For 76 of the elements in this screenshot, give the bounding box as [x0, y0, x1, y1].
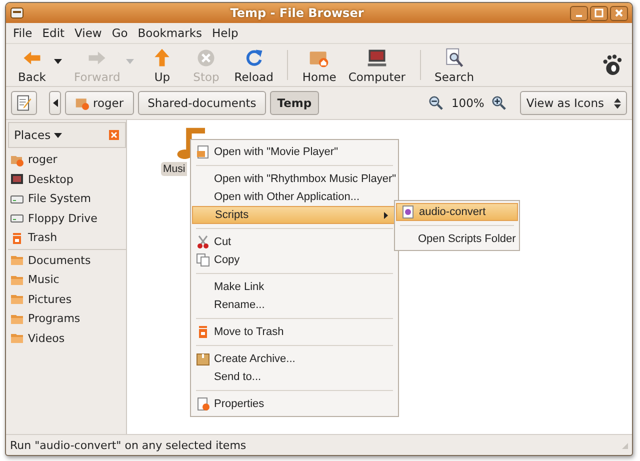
- path-button[interactable]: roger: [65, 91, 134, 115]
- up-button[interactable]: Up: [140, 46, 184, 84]
- window-menu-icon[interactable]: [10, 6, 24, 20]
- sidebar-item[interactable]: File System: [8, 189, 126, 208]
- path-button[interactable]: Shared-documents: [138, 91, 266, 115]
- minimize-icon: [576, 14, 582, 16]
- maximize-button[interactable]: [590, 6, 608, 20]
- menu-item[interactable]: Help: [208, 25, 242, 41]
- close-button[interactable]: [610, 6, 628, 20]
- search-icon: [443, 46, 466, 68]
- menu-item[interactable]: View: [70, 25, 106, 41]
- scroll-left-button[interactable]: [49, 91, 61, 115]
- zoom-level: 100%: [451, 96, 484, 110]
- menu-item[interactable]: Bookmarks: [134, 25, 206, 41]
- menu-item[interactable]: Send to...: [192, 368, 397, 386]
- menu-item[interactable]: Open Scripts Folder: [396, 230, 518, 248]
- caret-icon: [52, 99, 58, 107]
- sidebar-item[interactable]: Desktop: [8, 170, 126, 189]
- menu-item[interactable]: Move to Trash: [192, 323, 397, 341]
- search-button[interactable]: Search: [428, 46, 480, 84]
- status-text: Run "audio-convert" on any selected items: [10, 438, 246, 452]
- menu-item[interactable]: Edit: [38, 25, 69, 41]
- properties-icon: [196, 397, 210, 411]
- sidebar-item[interactable]: Music: [8, 270, 126, 290]
- home-folder-icon: [75, 96, 89, 110]
- close-icon[interactable]: [109, 130, 119, 140]
- menu-item[interactable]: Properties: [192, 395, 397, 413]
- window-title: Temp - File Browser: [229, 6, 365, 20]
- computer-button[interactable]: Computer: [342, 46, 412, 84]
- sidebar-item[interactable]: Floppy Drive: [8, 208, 126, 228]
- trash-icon: [196, 325, 210, 339]
- menu-item[interactable]: Scripts: [192, 206, 397, 224]
- sidebar-item[interactable]: Documents: [8, 250, 126, 270]
- menu-item[interactable]: File: [9, 25, 36, 41]
- folder-icon: [10, 331, 24, 346]
- home-button[interactable]: Home: [296, 46, 342, 84]
- spin-arrows-icon: [614, 98, 621, 108]
- trash-icon: [10, 230, 24, 245]
- file-label[interactable]: Musi: [161, 162, 188, 176]
- menu-item[interactable]: audio-convert: [396, 203, 518, 221]
- menu-item[interactable]: Copy: [192, 251, 397, 269]
- sidebar-item[interactable]: Programs: [8, 309, 126, 328]
- menu-item[interactable]: Open with "Rhythmbox Music Player": [192, 170, 397, 188]
- scissors-icon: [196, 235, 210, 249]
- menu-item[interactable]: Create Archive...: [192, 350, 397, 368]
- pencil-document-icon: [15, 94, 33, 112]
- close-icon: [614, 8, 624, 18]
- folder-icon: [10, 253, 24, 268]
- reload-button[interactable]: Reload: [228, 46, 280, 84]
- view-dropdown[interactable]: View as Icons: [520, 91, 627, 115]
- menu-item[interactable]: Cut: [192, 233, 397, 251]
- path-button[interactable]: Temp: [270, 91, 319, 115]
- menu-item[interactable]: Make Link: [192, 278, 397, 296]
- menu-item[interactable]: Open with Other Application...: [192, 188, 397, 206]
- edit-location-button[interactable]: [11, 91, 37, 115]
- menu-item[interactable]: Open with "Movie Player": [192, 143, 397, 161]
- zoom-out-icon[interactable]: [429, 96, 444, 110]
- folder-icon: [10, 292, 24, 306]
- sidebar-item[interactable]: roger: [8, 150, 126, 170]
- sidebar-item[interactable]: Trash: [8, 228, 126, 248]
- minimize-button[interactable]: [570, 6, 588, 20]
- caret-icon: [54, 132, 62, 138]
- sidebar-item[interactable]: Videos: [8, 328, 126, 348]
- zoom-in-icon[interactable]: [492, 96, 506, 110]
- document-icon: [196, 145, 210, 159]
- dropdown-arrow-icon[interactable]: [54, 58, 62, 64]
- script-icon: [401, 205, 415, 219]
- back-button[interactable]: Back: [10, 46, 54, 84]
- foot-logo-icon: [602, 54, 622, 76]
- maximize-icon: [594, 8, 604, 18]
- copy-icon: [196, 253, 210, 267]
- menu-item[interactable]: Go: [108, 25, 132, 41]
- monitor-icon: [10, 172, 24, 186]
- sidebar-item[interactable]: Pictures: [8, 290, 126, 309]
- archive-icon: [196, 352, 210, 366]
- menu-item[interactable]: Rename...: [192, 296, 397, 314]
